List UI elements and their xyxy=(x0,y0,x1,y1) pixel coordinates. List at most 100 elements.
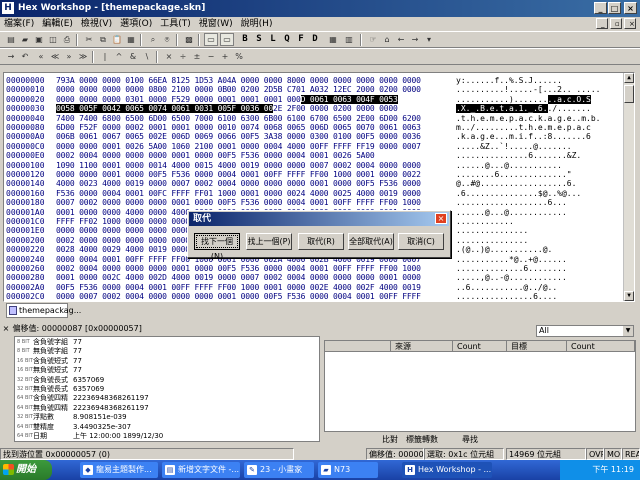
mdi-minimize-button[interactable]: _ xyxy=(596,18,608,29)
inspector-row[interactable]: 64 BIT 雙精度 3.4490325e-307 xyxy=(15,423,315,432)
goto-icon[interactable]: ☞ xyxy=(366,33,380,46)
close-button[interactable]: × xyxy=(624,2,637,14)
print-icon[interactable]: ⎙ xyxy=(60,33,74,46)
menu-window[interactable]: 視窗(W) xyxy=(195,17,237,31)
find-previous-button[interactable]: 找上一個(P) xyxy=(246,233,292,250)
window-cascade-icon[interactable]: ▭ xyxy=(220,33,234,46)
divide-icon[interactable]: ÷ xyxy=(176,50,190,63)
column-source[interactable]: 來源 xyxy=(391,341,453,352)
dialog-close-icon[interactable]: × xyxy=(435,213,447,224)
results-list[interactable]: 來源 Count 目標 Count xyxy=(324,340,636,432)
task-notepad[interactable]: ▤ 新增文字文件 -... xyxy=(162,462,240,478)
undo-arrow-icon[interactable]: ↶ xyxy=(18,50,32,63)
replace-button[interactable]: 取代(R) xyxy=(298,233,344,250)
multiply-icon[interactable]: × xyxy=(162,50,176,63)
chevron-down-icon[interactable]: ▼ xyxy=(623,326,633,336)
menu-options[interactable]: 選項(O) xyxy=(116,17,156,31)
save-all-icon[interactable]: ◫ xyxy=(46,33,60,46)
calculator-icon[interactable]: ▦ xyxy=(326,33,340,46)
inspector-row[interactable]: 32 BIT 無負號長式 6357069 xyxy=(15,385,315,394)
filter-select[interactable]: All ▼ xyxy=(536,325,634,337)
inspector-row[interactable]: 32 BIT 含負號長式 6357069 xyxy=(15,376,315,385)
task-hex-workshop[interactable]: H Hex Workshop - ... xyxy=(402,462,492,478)
toolbar-letter-f[interactable]: F xyxy=(294,33,308,46)
or-icon[interactable]: | xyxy=(98,50,112,63)
tab-compare[interactable]: 比對 xyxy=(382,434,398,446)
menu-file[interactable]: 檔案(F) xyxy=(0,17,38,31)
plus-icon[interactable]: + xyxy=(218,50,232,63)
cut-icon[interactable]: ✂ xyxy=(82,33,96,46)
hex-editor[interactable]: 00000000 793A 0000 0000 0100 66EA 8125 1D… xyxy=(3,72,635,302)
inspector-type: 8 BIT xyxy=(17,348,30,355)
new-file-icon[interactable]: ▤ xyxy=(4,33,18,46)
toolbar-letter-q[interactable]: Q xyxy=(280,33,294,46)
inspector-row[interactable]: 64 BIT 日期 上午 12:00:00 1899/12/30 xyxy=(15,432,315,441)
inspector-row[interactable]: 16 BIT 含負號短式 77 xyxy=(15,357,315,366)
save-icon[interactable]: ▣ xyxy=(32,33,46,46)
copy-icon[interactable]: ⧉ xyxy=(96,33,110,46)
base-converter-icon[interactable]: ▥ xyxy=(342,33,356,46)
inspector-row[interactable]: 8 BIT 無負號字組 77 xyxy=(15,347,315,356)
replace-all-button[interactable]: 全部取代(A) xyxy=(348,233,394,250)
menu-help[interactable]: 說明(H) xyxy=(237,17,277,31)
toolbar-dropdown-icon[interactable]: ▾ xyxy=(422,33,436,46)
tab-bookmarks[interactable]: 標籤轉數 xyxy=(406,434,438,446)
shift-right-alt-icon[interactable]: ≫ xyxy=(76,50,90,63)
bookmark-icon[interactable]: ▩ xyxy=(182,33,196,46)
find-icon[interactable]: ⌕ xyxy=(146,33,160,46)
find-next-button[interactable]: 找下一個(N) xyxy=(194,233,240,261)
task-theme-maker[interactable]: ◆ 龍易主題製作... xyxy=(80,462,158,478)
tab-find[interactable]: 尋找 xyxy=(462,434,478,446)
window-tile-icon[interactable]: ▭ xyxy=(204,33,218,46)
modulo-icon[interactable]: % xyxy=(232,50,246,63)
mdi-close-button[interactable]: × xyxy=(624,18,636,29)
find-next-icon[interactable]: ⍟ xyxy=(160,33,174,46)
inspector-row[interactable]: 16 BIT 無負號短式 77 xyxy=(15,366,315,375)
task-folder[interactable]: ▰ N73 xyxy=(318,462,378,478)
scroll-down-icon[interactable]: ▼ xyxy=(624,291,634,301)
shift-left-icon[interactable]: « xyxy=(34,50,48,63)
paste-special-icon[interactable]: ▦ xyxy=(124,33,138,46)
hex-bytes[interactable]: 0000 0007 0002 0004 0000 0000 0000 0001 … xyxy=(56,291,452,301)
minus-icon[interactable]: − xyxy=(204,50,218,63)
insert-icon[interactable]: → xyxy=(4,50,18,63)
menu-view[interactable]: 檢視(V) xyxy=(77,17,116,31)
plus-minus-icon[interactable]: ± xyxy=(190,50,204,63)
maximize-button[interactable]: □ xyxy=(608,2,621,14)
forward-arrow-icon[interactable]: → xyxy=(408,33,422,46)
toolbar-letter-d[interactable]: D xyxy=(308,33,322,46)
column-count-target[interactable]: Count xyxy=(567,341,635,352)
panel-close-icon[interactable]: × xyxy=(2,323,10,335)
menu-tools[interactable]: 工具(T) xyxy=(156,17,195,31)
toolbar-letter-l[interactable]: L xyxy=(266,33,280,46)
column-target[interactable]: 目標 xyxy=(507,341,567,352)
back-arrow-icon[interactable]: ← xyxy=(394,33,408,46)
file-tab[interactable]: themepackag... xyxy=(6,303,81,318)
scroll-thumb[interactable] xyxy=(624,85,634,103)
toolbar-letter-s[interactable]: S xyxy=(252,33,266,46)
home-icon[interactable]: ⌂ xyxy=(380,33,394,46)
cancel-button[interactable]: 取消(C) xyxy=(398,233,444,250)
scroll-up-icon[interactable]: ▲ xyxy=(624,73,634,83)
column-count-source[interactable]: Count xyxy=(453,341,507,352)
inspector-row[interactable]: 8 BIT 含負號字組 77 xyxy=(15,338,315,347)
minimize-button[interactable]: _ xyxy=(594,2,607,14)
inspector-row[interactable]: 32 BIT 浮點數 8.908151e-039 xyxy=(15,413,315,422)
and-icon[interactable]: & xyxy=(126,50,140,63)
toolbar-letter-b[interactable]: B xyxy=(238,33,252,46)
inspector-row[interactable]: 64 BIT 含負號四精 22236948368261197 xyxy=(15,394,315,403)
mdi-restore-button[interactable]: ▫ xyxy=(610,18,622,29)
ascii-text[interactable]: ................6.... xyxy=(456,291,624,301)
paste-icon[interactable]: 📋 xyxy=(110,33,124,46)
shift-right-icon[interactable]: » xyxy=(62,50,76,63)
start-button[interactable]: 開始 xyxy=(0,460,52,480)
menu-edit[interactable]: 編輯(E) xyxy=(38,17,77,31)
open-folder-icon[interactable]: ▰ xyxy=(18,33,32,46)
xor-icon[interactable]: ^ xyxy=(112,50,126,63)
shift-left-alt-icon[interactable]: ≪ xyxy=(48,50,62,63)
task-paint[interactable]: ✎ 23 - 小畫家 xyxy=(244,462,314,478)
inspector-row[interactable]: 64 BIT 無負號四精 22236948368261197 xyxy=(15,404,315,413)
backslash-icon[interactable]: \ xyxy=(140,50,154,63)
vertical-scrollbar[interactable]: ▲ ▼ xyxy=(623,73,634,301)
clock[interactable]: 下午 11:19 xyxy=(592,465,634,474)
